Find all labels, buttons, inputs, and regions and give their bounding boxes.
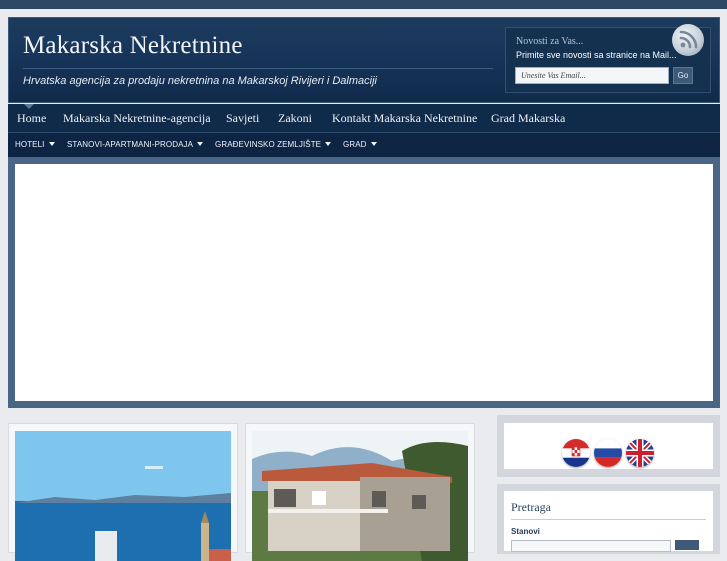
russia-flag-icon[interactable] [594, 439, 622, 467]
search-button[interactable] [675, 540, 699, 550]
title-divider [23, 68, 493, 69]
search-category-label: Stanovi [511, 527, 540, 536]
search-divider [511, 519, 706, 520]
top-bar [0, 0, 727, 9]
post-card[interactable] [245, 423, 475, 561]
caret-down-icon [370, 142, 377, 146]
subnav-item-hoteli[interactable]: HOTELI [15, 140, 55, 149]
search-panel: Pretraga Stanovi [497, 484, 720, 554]
subnav-label: GRAD [343, 140, 367, 149]
uk-flag-icon[interactable] [626, 439, 654, 467]
search-category-select[interactable] [511, 540, 671, 552]
language-panel [497, 415, 720, 477]
slider-content[interactable] [15, 164, 713, 401]
search-box: Pretraga Stanovi [504, 491, 713, 552]
croatia-flag-icon[interactable] [562, 439, 590, 467]
main-navigation: Home Makarska Nekretnine-agencija Savjet… [8, 104, 720, 133]
subnav-item-stanovi[interactable]: STANOVI-APARTMANI-PRODAJA [67, 140, 204, 149]
featured-slider [8, 157, 720, 408]
active-nav-indicator [24, 104, 34, 109]
caret-down-icon [48, 142, 55, 146]
post-image[interactable] [252, 431, 468, 561]
site-tagline: Hrvatska agencija za prodaju nekretnina … [23, 75, 377, 87]
subnav-item-grad[interactable]: GRAD [343, 140, 377, 149]
post-image[interactable] [15, 431, 231, 561]
rss-feed-icon[interactable] [672, 24, 704, 56]
caret-down-icon [325, 142, 332, 146]
nav-item-zakoni[interactable]: Zakoni [278, 111, 312, 126]
subnav-label: GRAĐEVINSKO ZEMLJIŠTE [215, 140, 322, 149]
subnav-item-zemljiste[interactable]: GRAĐEVINSKO ZEMLJIŠTE [215, 140, 332, 149]
site-header: Makarska Nekretnine Hrvatska agencija za… [8, 17, 720, 103]
nav-item-home[interactable]: Home [17, 111, 46, 126]
post-card[interactable] [8, 423, 238, 561]
subnav-label: HOTELI [15, 140, 45, 149]
search-title: Pretraga [511, 500, 551, 514]
nav-item-agencija[interactable]: Makarska Nekretnine-agencija [63, 111, 211, 126]
language-flags [504, 423, 713, 469]
caret-down-icon [197, 142, 204, 146]
nav-item-kontakt[interactable]: Kontakt Makarska Nekretnine [332, 111, 477, 126]
newsletter-go-button[interactable]: Go [673, 67, 693, 84]
newsletter-title: Novosti za Vas... [516, 36, 584, 47]
category-navigation: HOTELI STANOVI-APARTMANI-PRODAJA GRAĐEVI… [8, 133, 720, 158]
nav-item-savjeti[interactable]: Savjeti [226, 111, 259, 126]
subnav-label: STANOVI-APARTMANI-PRODAJA [67, 140, 194, 149]
nav-item-grad-makarska[interactable]: Grad Makarska [491, 111, 565, 126]
newsletter-email-input[interactable] [515, 67, 669, 84]
site-title[interactable]: Makarska Nekretnine [23, 32, 243, 60]
newsletter-text: Primite sve novosti sa stranice na Mail.… [516, 50, 677, 60]
